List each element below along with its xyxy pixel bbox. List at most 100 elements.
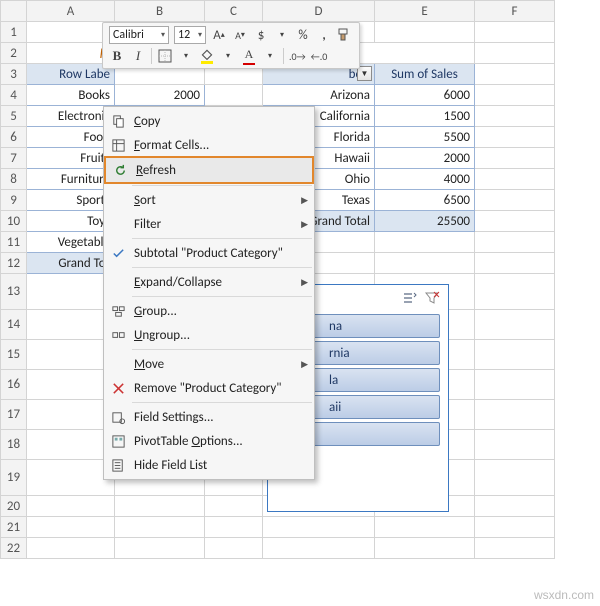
multi-select-icon[interactable] <box>402 290 418 306</box>
percent-button[interactable]: % <box>295 26 311 44</box>
pivot2-val[interactable]: 1500 <box>375 106 475 127</box>
ctx-expand-collapse[interactable]: Expand/Collapse▶ <box>104 270 314 294</box>
pivot2-val[interactable]: 5500 <box>375 127 475 148</box>
row-header[interactable]: 16 <box>1 370 27 400</box>
ctx-copy[interactable]: Copy <box>104 109 314 133</box>
row-header[interactable]: 12 <box>1 253 27 274</box>
borders-button[interactable] <box>157 47 173 65</box>
col-header-A[interactable]: A <box>27 1 115 22</box>
col-header-E[interactable]: E <box>375 1 475 22</box>
bold-button[interactable]: B <box>109 47 125 65</box>
row-header[interactable]: 5 <box>1 106 27 127</box>
fill-color-button[interactable] <box>199 47 215 65</box>
pivot1-row[interactable]: Electronic <box>27 106 115 127</box>
row-header[interactable]: 13 <box>1 274 27 310</box>
format-painter-button[interactable] <box>337 26 353 44</box>
pivot2-val[interactable]: 6500 <box>375 190 475 211</box>
ctx-hide-field-list[interactable]: Hide Field List <box>104 453 314 477</box>
font-color-button[interactable]: A <box>241 47 257 65</box>
pivot2-val[interactable]: 6000 <box>375 85 475 106</box>
pivot1-row[interactable]: Toys <box>27 211 115 232</box>
ctx-item-label: Ungroup... <box>130 328 308 343</box>
context-menu[interactable]: CopyFormat Cells...RefreshSort▶Filter▶Su… <box>103 106 315 480</box>
chevron-right-icon: ▶ <box>301 277 308 288</box>
ctx-item-label: Filter <box>130 217 301 232</box>
row-header[interactable]: 7 <box>1 148 27 169</box>
row-header[interactable]: 15 <box>1 340 27 370</box>
row-header[interactable]: 21 <box>1 517 27 538</box>
row-header[interactable]: 1 <box>1 22 27 43</box>
chevron-down-icon[interactable]: ▾ <box>161 30 165 40</box>
col-header-D[interactable]: D <box>263 1 375 22</box>
remove-icon <box>106 378 130 398</box>
dropdown-icon[interactable]: ▾ <box>274 26 290 44</box>
row-header[interactable]: 3 <box>1 64 27 85</box>
ctx-item-label: Field Settings... <box>130 410 308 425</box>
currency-button[interactable]: $ <box>253 26 269 44</box>
pivot1-row[interactable]: Furniture <box>27 169 115 190</box>
row-header[interactable]: 22 <box>1 538 27 559</box>
clear-filter-icon[interactable] <box>424 290 440 306</box>
decrease-decimal-button[interactable]: ←.0 <box>311 47 328 65</box>
row-header[interactable]: 8 <box>1 169 27 190</box>
ctx-remove-product-category[interactable]: Remove "Product Category" <box>104 376 314 400</box>
col-header-C[interactable]: C <box>205 1 263 22</box>
pivot1-row[interactable]: Books <box>27 85 115 106</box>
ctx-field-settings[interactable]: Field Settings... <box>104 405 314 429</box>
italic-button[interactable]: I <box>130 47 146 65</box>
dropdown-icon[interactable]: ▾ <box>220 47 236 65</box>
pivot2-sum-header[interactable]: Sum of Sales <box>375 64 475 85</box>
dropdown-icon[interactable]: ▾ <box>178 47 194 65</box>
ctx-item-label: Remove "Product Category" <box>130 381 308 396</box>
row-header[interactable]: 17 <box>1 400 27 430</box>
chevron-right-icon: ▶ <box>301 195 308 206</box>
increase-font-button[interactable]: A▴ <box>211 26 227 44</box>
decrease-font-button[interactable]: A▾ <box>232 26 248 44</box>
field-settings-icon <box>106 407 130 427</box>
col-header-F[interactable]: F <box>475 1 555 22</box>
ctx-group[interactable]: Group... <box>104 299 314 323</box>
ctx-sort[interactable]: Sort▶ <box>104 188 314 212</box>
ctx-ungroup[interactable]: Ungroup... <box>104 323 314 347</box>
row-header[interactable]: 4 <box>1 85 27 106</box>
pivot1-row[interactable]: Sports <box>27 190 115 211</box>
row-header[interactable]: 11 <box>1 232 27 253</box>
dropdown-icon[interactable]: ▾ <box>262 47 278 65</box>
pivot1-grand-total-label[interactable]: Grand Tot <box>27 253 115 274</box>
blank-icon <box>106 354 130 374</box>
row-header[interactable]: 6 <box>1 127 27 148</box>
font-name-combo[interactable]: Calibri▾ <box>109 26 169 44</box>
row-header[interactable]: 14 <box>1 310 27 340</box>
pivot1-row[interactable]: Food <box>27 127 115 148</box>
increase-decimal-button[interactable]: .0→ <box>289 47 306 65</box>
ctx-item-label: Subtotal "Product Category" <box>130 246 308 261</box>
ctx-format-cells[interactable]: Format Cells... <box>104 133 314 157</box>
col-header-B[interactable]: B <box>115 1 205 22</box>
row-header[interactable]: 2 <box>1 43 27 64</box>
chevron-down-icon[interactable]: ▾ <box>198 30 202 40</box>
row-header[interactable]: 9 <box>1 190 27 211</box>
pivot1-row[interactable]: Vegetable <box>27 232 115 253</box>
select-all-corner[interactable] <box>1 1 27 22</box>
ctx-refresh[interactable]: Refresh <box>104 156 314 184</box>
chevron-right-icon: ▶ <box>301 219 308 230</box>
pivot1-row[interactable]: Fruits <box>27 148 115 169</box>
pivot2-val[interactable]: 2000 <box>375 148 475 169</box>
comma-button[interactable]: , <box>316 26 332 44</box>
ctx-pivottable-options[interactable]: PivotTable Options... <box>104 429 314 453</box>
font-size-combo[interactable]: 12▾ <box>174 26 206 44</box>
pivot2-row[interactable]: Arizona <box>263 85 375 106</box>
row-header[interactable]: 18 <box>1 430 27 460</box>
ctx-filter[interactable]: Filter▶ <box>104 212 314 236</box>
row-header[interactable]: 19 <box>1 460 27 496</box>
ctx-subtotal-product-category[interactable]: Subtotal "Product Category" <box>104 241 314 265</box>
pivot2-grand-total-value[interactable]: 25500 <box>375 211 475 232</box>
pivot2-val[interactable]: 4000 <box>375 169 475 190</box>
mini-toolbar[interactable]: Calibri▾ 12▾ A▴ A▾ $ ▾ % , B I ▾ ▾ A ▾ .… <box>102 22 360 69</box>
ctx-item-label: Sort <box>130 193 301 208</box>
ctx-move[interactable]: Move▶ <box>104 352 314 376</box>
field-list-icon <box>106 455 130 475</box>
row-header[interactable]: 20 <box>1 496 27 517</box>
row-header[interactable]: 10 <box>1 211 27 232</box>
selected-cell[interactable]: 2000 <box>115 85 205 106</box>
